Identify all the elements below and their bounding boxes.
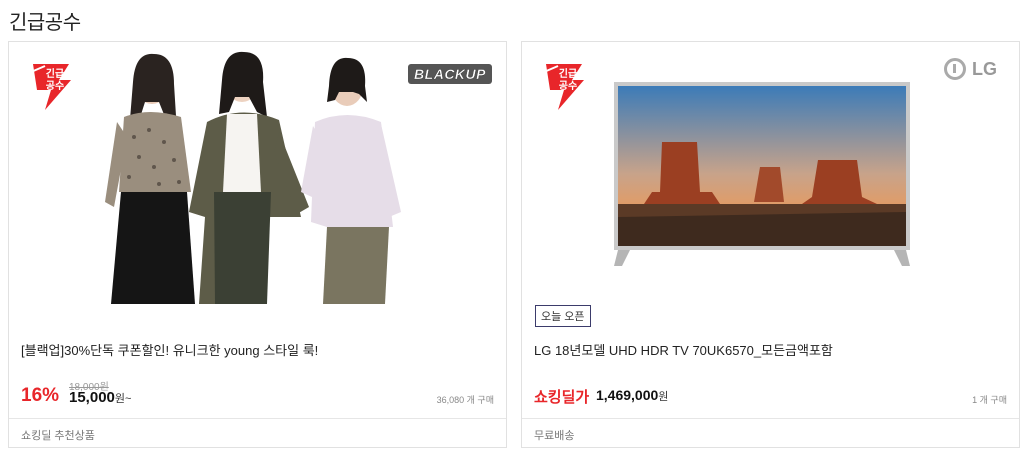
section-title: 긴급공수 — [9, 12, 81, 34]
product-title[interactable]: LG 18년모델 UHD HDR TV 70UK6570_모든금액포함 — [534, 340, 833, 359]
card-footer: 무료배송 — [522, 418, 1019, 447]
purchase-count: 1 개 구매 — [972, 395, 1007, 405]
sale-price: 15,000원~ — [69, 389, 132, 406]
deal-price-label: 쇼킹딜가 — [534, 389, 590, 406]
product-title[interactable]: [블랙업]30%단독 쿠폰할인! 유니크한 young 스타일 룩! — [21, 340, 318, 359]
product-image[interactable]: 긴급 공수 BLACKUP — [9, 42, 506, 304]
card-footer: 쇼킹딜 추천상품 — [9, 418, 506, 447]
price-row: 16% 18,000원 15,000원~ 36,080 개 구매 — [21, 378, 494, 418]
product-image[interactable]: 긴급 공수 LG — [522, 42, 1019, 304]
sale-price: 1,469,000원 — [596, 387, 669, 403]
purchase-count: 36,080 개 구매 — [436, 395, 494, 405]
product-card-lg-tv[interactable]: 긴급 공수 LG 오늘 오픈 LG 18년모델 UHD HDR TV 70UK6… — [521, 41, 1020, 448]
discount-rate: 16% — [21, 385, 60, 406]
price-row: 쇼킹딜가 1,469,000원 1 개 구매 — [534, 378, 1007, 418]
product-card-blackup[interactable]: 긴급 공수 BLACKUP [블랙업]30%단독 쿠폰할인! 유니크한 youn… — [8, 41, 507, 448]
today-open-tag: 오늘 오픈 — [535, 305, 591, 327]
badge-label: 긴급 공수 — [558, 69, 578, 92]
lg-logo-icon — [944, 58, 966, 80]
badge-label: 긴급 공수 — [45, 69, 65, 92]
brand-logo: LG — [944, 58, 997, 80]
brand-logo: BLACKUP — [408, 64, 492, 84]
